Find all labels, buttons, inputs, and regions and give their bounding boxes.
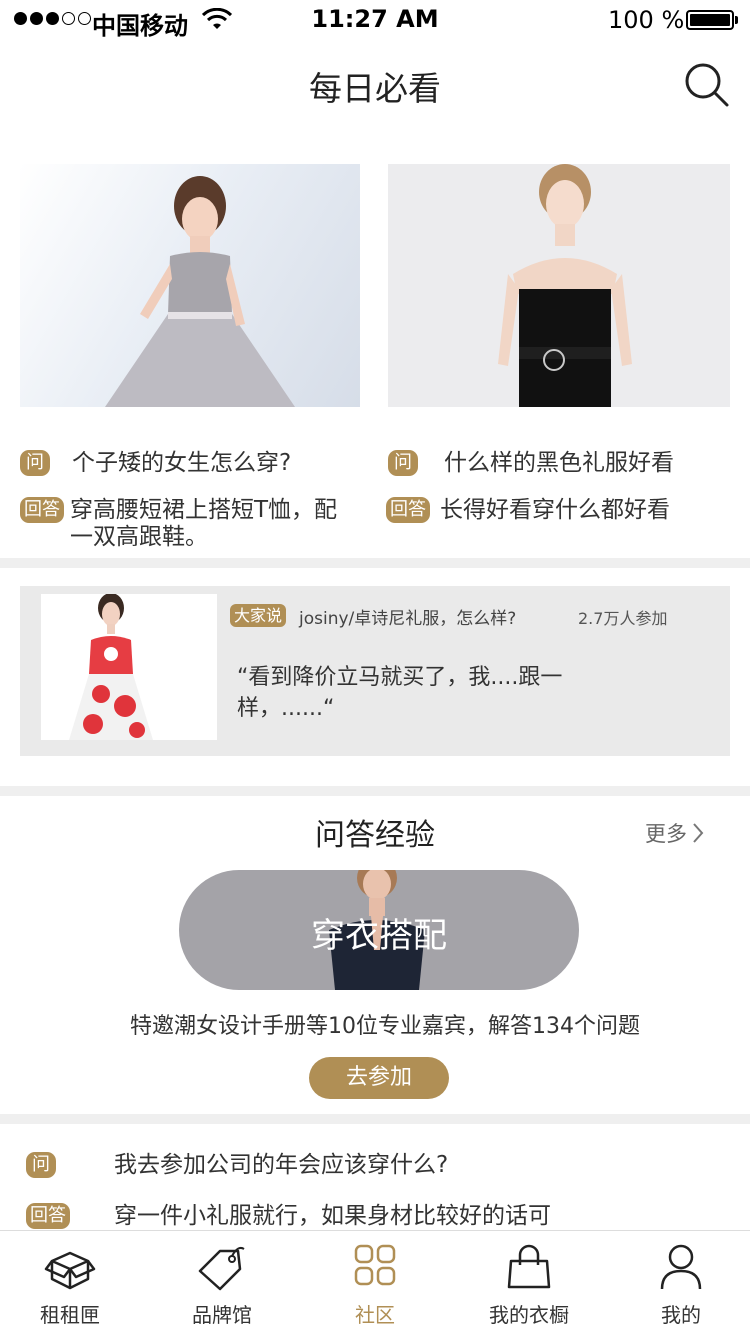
tab-profile[interactable]: 我的	[606, 1231, 750, 1334]
tab-label: 我的	[661, 1303, 701, 1327]
status-bar: 中国移动 11:27 AM 100 %	[0, 0, 750, 40]
featured-answer: 穿高腰短裙上搭短T恤，配一双高跟鞋。	[70, 497, 338, 550]
promo-description: 特邀潮女设计手册等10位专业嘉宾，解答134个问题	[130, 1014, 640, 1039]
grid-icon	[354, 1244, 396, 1286]
featured-answer-row[interactable]: 回答 长得好看穿什么都好看	[386, 497, 730, 524]
page-title: 每日必看	[309, 69, 441, 108]
featured-question-row[interactable]: 问 什么样的黑色礼服好看	[388, 450, 730, 477]
tab-zuzuxia[interactable]: 租租匣	[0, 1231, 145, 1334]
qa-answer-row[interactable]: 回答 穿一件小礼服就行，如果身材比较好的话可	[26, 1203, 551, 1230]
section-divider	[0, 558, 750, 568]
tab-label: 社区	[355, 1303, 395, 1327]
discussion-card[interactable]: 大家说 josiny/卓诗尼礼服，怎么样? 2.7万人参加 “看到降价立马就买了…	[20, 586, 730, 756]
chevron-right-icon	[693, 823, 704, 843]
section-title: 问答经验	[315, 818, 435, 853]
featured-image-black-dress[interactable]	[388, 164, 730, 407]
tab-label: 品牌馆	[192, 1303, 252, 1327]
answer-badge: 回答	[386, 497, 430, 523]
search-icon[interactable]	[682, 60, 730, 108]
battery-percentage: 100 %	[608, 6, 685, 34]
user-icon	[660, 1244, 702, 1290]
join-button[interactable]: 去参加	[309, 1057, 449, 1099]
box-icon	[44, 1251, 96, 1290]
discussion-topic: josiny/卓诗尼礼服，怎么样?	[299, 609, 517, 629]
section-divider	[0, 1114, 750, 1124]
qa-question-row[interactable]: 问 我去参加公司的年会应该穿什么?	[26, 1152, 448, 1179]
tab-community[interactable]: 社区	[300, 1231, 450, 1334]
more-label: 更多	[645, 822, 687, 846]
question-badge: 问	[26, 1152, 56, 1178]
more-link[interactable]: 更多	[645, 818, 705, 848]
participant-count: 2.7万人参加	[578, 609, 668, 628]
question-badge: 问	[388, 450, 418, 476]
featured-answer: 长得好看穿什么都好看	[440, 497, 670, 523]
tab-bar: 租租匣 品牌馆 社区 我的衣橱 我的	[0, 1230, 750, 1334]
featured-image-grey-dress[interactable]	[20, 164, 360, 407]
promo-title: 穿衣搭配	[311, 916, 447, 956]
featured-question: 个子矮的女生怎么穿?	[72, 450, 292, 476]
discussion-badge: 大家说	[230, 604, 287, 627]
answer-badge: 回答	[26, 1203, 70, 1229]
tag-icon	[198, 1246, 245, 1291]
tab-my-wardrobe[interactable]: 我的衣橱	[454, 1231, 604, 1334]
section-divider	[0, 786, 750, 796]
featured-question-row[interactable]: 问 个子矮的女生怎么穿?	[20, 450, 360, 477]
bag-icon	[507, 1244, 551, 1289]
answer-badge: 回答	[20, 497, 64, 523]
discussion-quote: “看到降价立马就买了，我....跟一样，......“	[237, 665, 563, 721]
battery-icon	[686, 10, 734, 30]
featured-question: 什么样的黑色礼服好看	[444, 450, 674, 476]
question-badge: 问	[20, 450, 50, 476]
promo-banner[interactable]: 穿衣搭配	[179, 870, 579, 990]
tab-label: 我的衣橱	[489, 1303, 569, 1327]
discussion-image	[41, 594, 217, 740]
tab-brand-hall[interactable]: 品牌馆	[147, 1231, 297, 1334]
qa-question: 我去参加公司的年会应该穿什么?	[114, 1152, 449, 1178]
qa-answer: 穿一件小礼服就行，如果身材比较好的话可	[114, 1203, 551, 1229]
featured-answer-row[interactable]: 回答 穿高腰短裙上搭短T恤，配一双高跟鞋。	[20, 497, 360, 551]
tab-label: 租租匣	[40, 1303, 100, 1327]
